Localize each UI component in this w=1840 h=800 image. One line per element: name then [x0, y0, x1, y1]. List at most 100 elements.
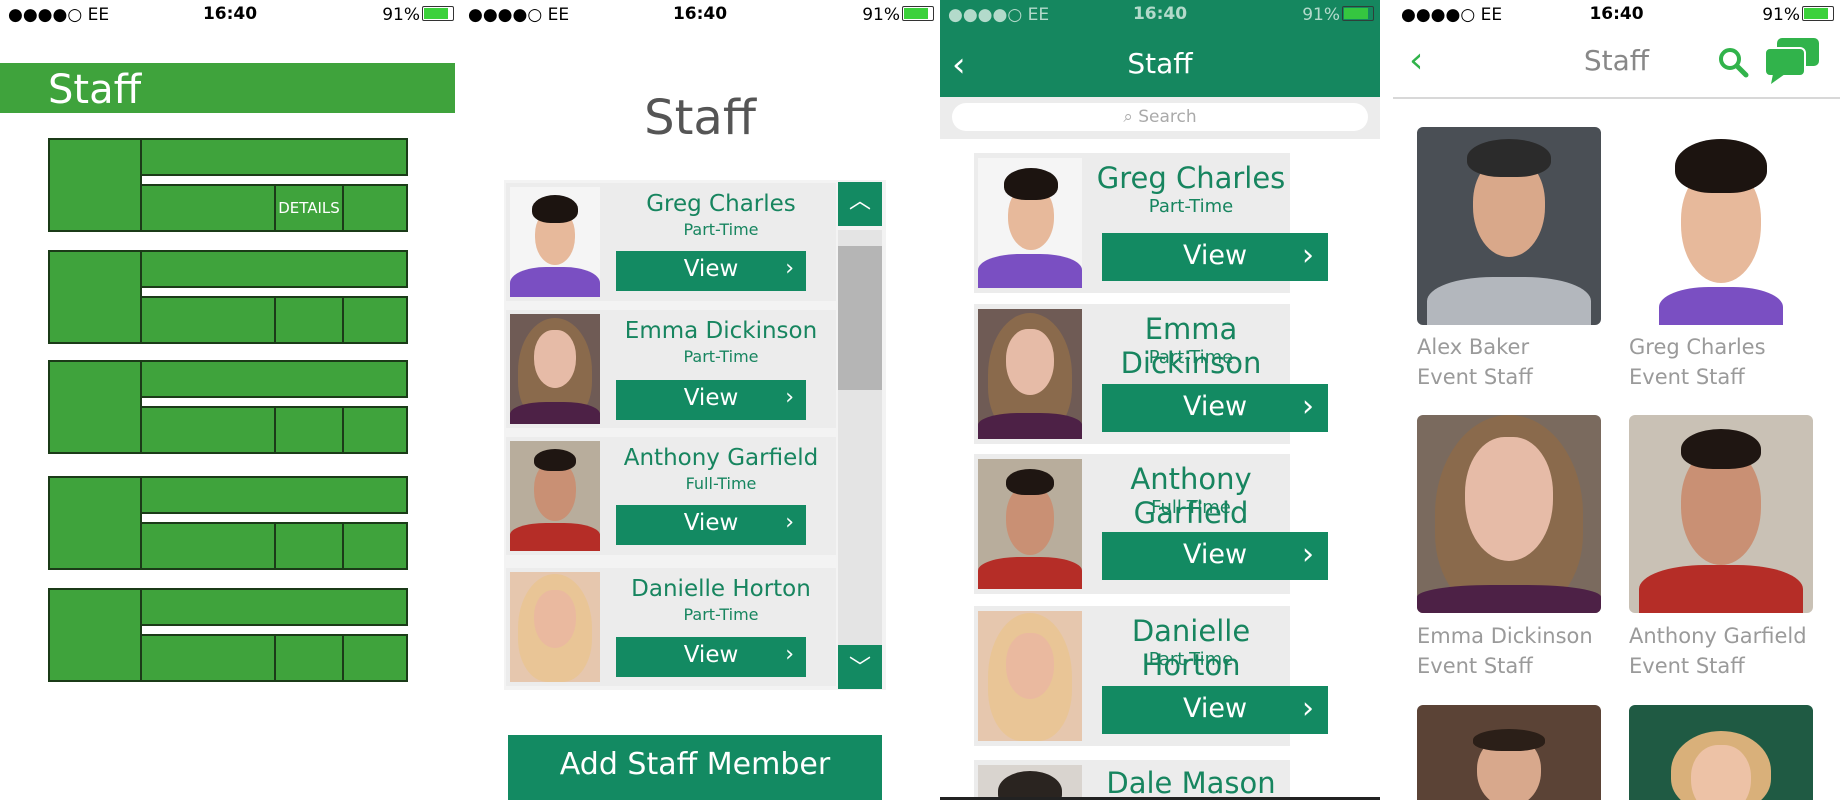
staff-name: Danielle Horton	[1131, 614, 1251, 682]
wireframe-name-bar	[140, 250, 408, 288]
staff-name: Dale Mason	[1106, 766, 1276, 800]
chevron-right-icon: ›	[785, 256, 794, 281]
staff-photo	[978, 765, 1082, 800]
view-button[interactable]: View ›	[616, 380, 806, 420]
wireframe-header: Staff	[0, 63, 455, 113]
chevron-right-icon: ›	[785, 385, 794, 410]
wireframe-photo	[48, 476, 142, 570]
battery-icon	[1342, 6, 1374, 21]
chevron-right-icon: ›	[1302, 691, 1314, 726]
wireframe-cell	[274, 296, 344, 344]
search-icon[interactable]	[1715, 44, 1751, 80]
battery-icon	[1802, 6, 1834, 21]
scroll-down-button[interactable]: ﹀	[838, 645, 882, 689]
list-screen-panel: ●●●●○ EE 16:40 91% ‹ Staff ⌕ Search Greg…	[940, 0, 1380, 800]
staff-photo	[510, 572, 600, 682]
wireframe-cell	[342, 296, 408, 344]
wireframe-cell	[140, 184, 276, 232]
staff-role: Event Staff	[1417, 654, 1533, 678]
status-bar: ●●●●○ EE 16:40 91%	[0, 0, 460, 30]
scroll-up-button[interactable]: ︿	[838, 182, 882, 226]
staff-card: Anthony Garfield Full-Time View ›	[506, 437, 836, 555]
battery-indicator: 91%	[862, 5, 934, 25]
battery-icon	[422, 6, 454, 21]
staff-photo[interactable]	[1629, 415, 1813, 613]
wireframe-photo	[48, 250, 142, 344]
staff-name: Emma Dickinson	[624, 318, 818, 344]
battery-indicator: 91%	[382, 5, 454, 25]
staff-card: Emma Dickinson Part-Time View ›	[974, 304, 1328, 444]
view-button[interactable]: View ›	[616, 251, 806, 291]
wireframe-cell	[140, 522, 276, 570]
search-icon: ⌕	[1123, 107, 1133, 127]
staff-card: Dale Mason	[974, 760, 1290, 800]
search-input[interactable]: ⌕ Search	[952, 103, 1368, 131]
wireframe-cell	[342, 406, 408, 454]
chevron-right-icon: ›	[1302, 238, 1314, 273]
staff-role: Part-Time	[683, 220, 759, 239]
staff-name: Greg Charles	[1629, 335, 1766, 359]
chevron-down-icon: ﹀	[848, 656, 871, 681]
status-bar: ●●●●○ EE 16:40 91%	[1393, 0, 1840, 30]
wireframe-photo	[48, 138, 142, 232]
wireframe-cell	[140, 634, 276, 682]
wireframe-cell	[274, 522, 344, 570]
staff-role: Part-Time	[1148, 347, 1234, 368]
wireframe-cell	[342, 522, 408, 570]
staff-name: Greg Charles	[1096, 161, 1286, 195]
view-button[interactable]: View ›	[1102, 532, 1328, 580]
mockup-panel: ●●●●○ EE 16:40 91% Staff Greg Charles Pa…	[460, 0, 940, 800]
wireframe-name-bar	[140, 138, 408, 176]
wireframe-photo	[48, 360, 142, 454]
view-button[interactable]: View ›	[616, 505, 806, 545]
staff-role: Part-Time	[683, 347, 759, 366]
chevron-right-icon: ›	[785, 642, 794, 667]
staff-role: Part-Time	[683, 605, 759, 624]
add-staff-member-button[interactable]: Add Staff Member	[508, 735, 882, 800]
nav-header: ‹ Staff	[1393, 30, 1840, 99]
staff-photo[interactable]	[1417, 705, 1601, 800]
staff-name: Alex Baker	[1417, 335, 1530, 359]
staff-photo	[978, 309, 1082, 439]
staff-photo[interactable]	[1629, 127, 1813, 325]
staff-card: Danielle Horton Part-Time View ›	[506, 568, 836, 686]
staff-role: Part-Time	[1148, 649, 1234, 670]
staff-name: Emma Dickinson	[1120, 312, 1262, 380]
wireframe-cell	[342, 184, 408, 232]
view-button[interactable]: View ›	[616, 637, 806, 677]
staff-name: Danielle Horton	[631, 576, 811, 602]
staff-photo[interactable]	[1417, 415, 1601, 613]
wireframe-name-bar	[140, 588, 408, 626]
wireframe-cell	[274, 634, 344, 682]
staff-role: Event Staff	[1417, 365, 1533, 389]
staff-photo	[978, 611, 1082, 741]
wireframe-cell	[274, 406, 344, 454]
staff-card: Anthony Garfield Full-Time View ›	[974, 454, 1328, 594]
staff-role: Event Staff	[1629, 654, 1745, 678]
staff-photo	[978, 158, 1082, 288]
staff-name: Anthony Garfield	[1629, 624, 1807, 648]
wireframe-cell	[342, 634, 408, 682]
staff-role: Full-Time	[685, 474, 757, 493]
page-title: Staff	[1127, 47, 1193, 80]
staff-name: Greg Charles	[646, 191, 796, 217]
wireframe-cell	[140, 296, 276, 344]
staff-photo	[510, 441, 600, 551]
view-button[interactable]: View ›	[1102, 686, 1328, 734]
staff-photo[interactable]	[1629, 705, 1813, 800]
staff-photo[interactable]	[1417, 127, 1601, 325]
chat-icon[interactable]	[1763, 36, 1821, 84]
scrollbar-thumb[interactable]	[838, 246, 882, 390]
wireframe-name-bar	[140, 360, 408, 398]
wireframe-photo	[48, 588, 142, 682]
details-button[interactable]: DETAILS	[274, 184, 344, 232]
scrollbar-track[interactable]	[838, 230, 882, 645]
wireframe-name-bar	[140, 476, 408, 514]
chevron-right-icon: ›	[785, 510, 794, 535]
view-button[interactable]: View ›	[1102, 233, 1328, 281]
staff-card: Emma Dickinson Part-Time View ›	[506, 310, 836, 428]
view-button[interactable]: View ›	[1102, 384, 1328, 432]
staff-name: Emma Dickinson	[1417, 624, 1593, 648]
staff-card: Greg Charles Part-Time View ›	[974, 153, 1328, 293]
chevron-right-icon: ›	[1302, 389, 1314, 424]
